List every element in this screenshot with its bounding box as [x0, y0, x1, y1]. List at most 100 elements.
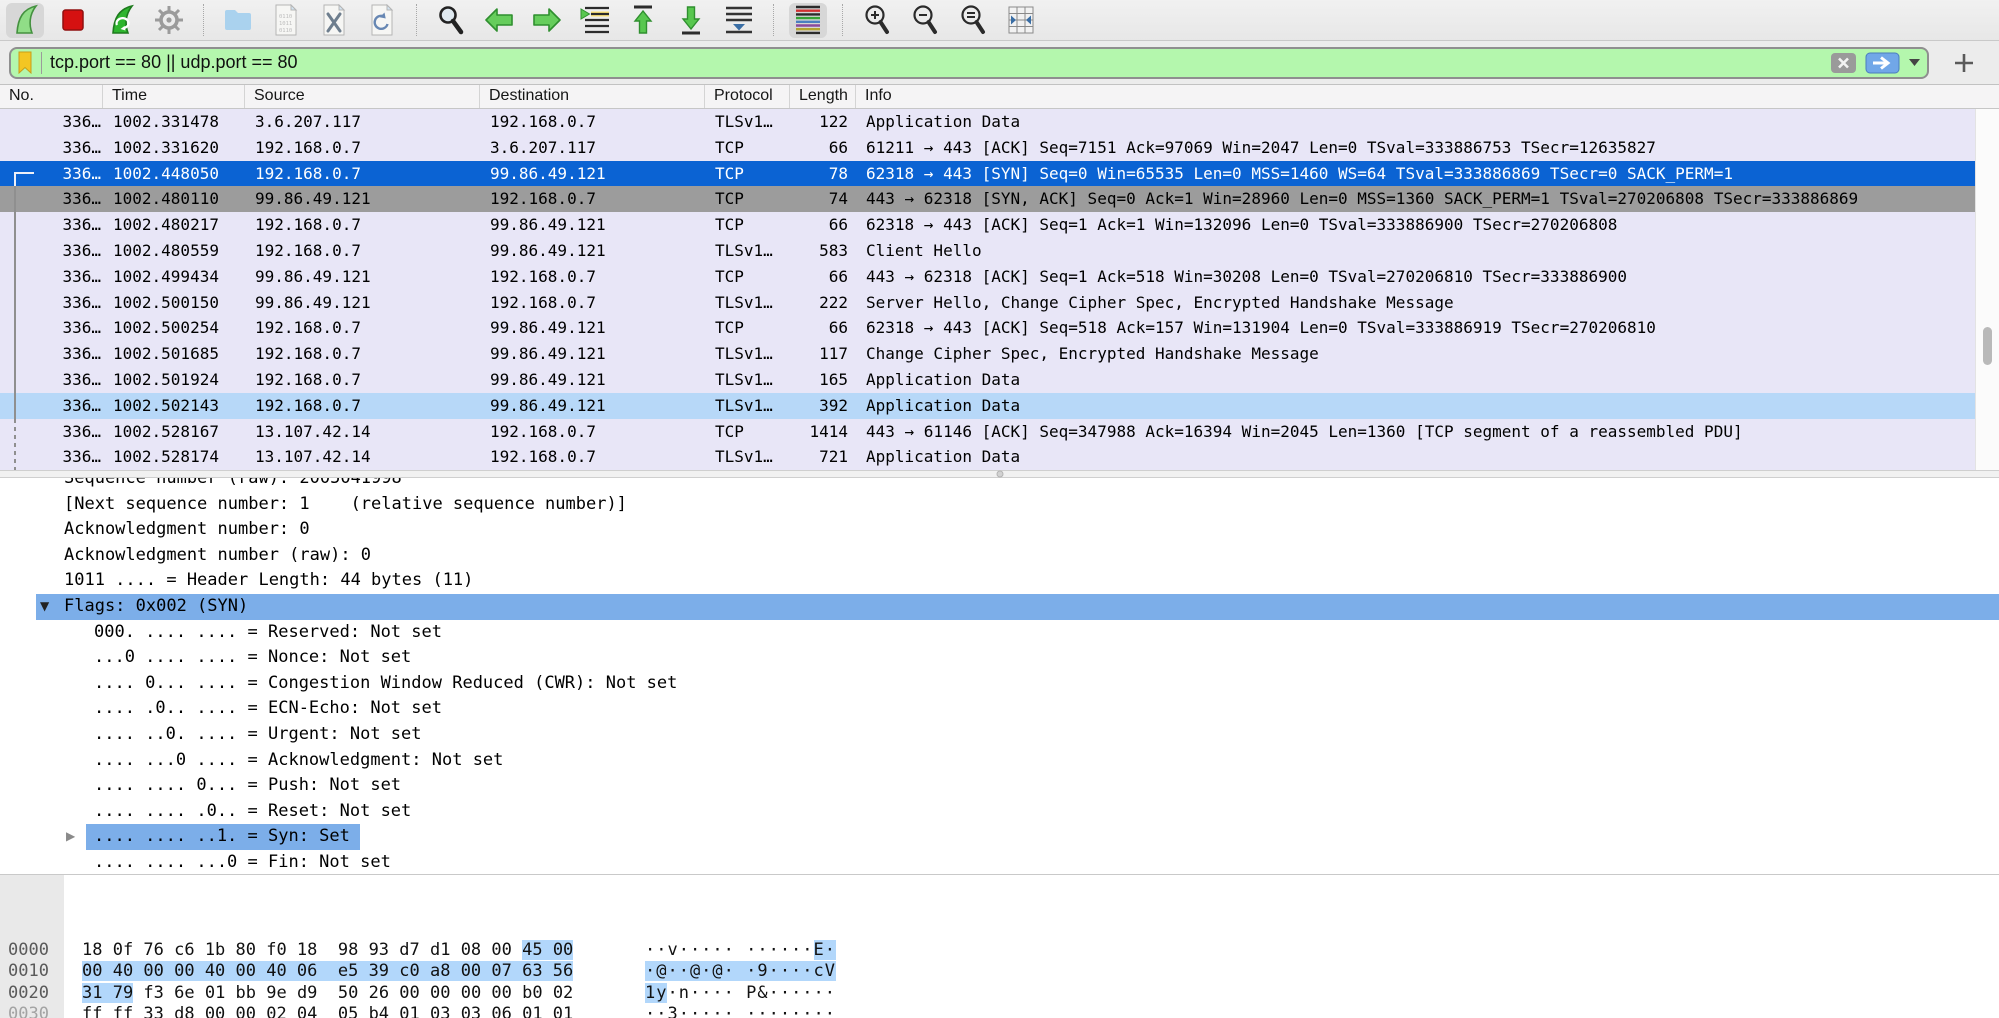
- column-header-protocol[interactable]: Protocol: [705, 85, 790, 108]
- packet-list-scrollbar[interactable]: [1975, 109, 1999, 470]
- detail-row[interactable]: .... ...0 .... = Acknowledgment: Not set: [0, 748, 1999, 774]
- packet-row[interactable]: 336…1002.501685192.168.0.799.86.49.121TL…: [0, 341, 1975, 367]
- apply-filter-icon[interactable]: [1865, 52, 1900, 74]
- resize-columns-icon: [1006, 4, 1036, 36]
- reload-file-button[interactable]: [363, 3, 401, 38]
- filter-field-divider: [41, 52, 42, 74]
- detail-row[interactable]: [Next sequence number: 1 (relative seque…: [0, 492, 1999, 518]
- detail-row[interactable]: ▼Flags: 0x002 (SYN): [0, 594, 1999, 620]
- auto-scroll-button[interactable]: [720, 3, 758, 38]
- hex-row[interactable]: 000018 0f 76 c6 1b 80 f0 18 98 93 d7 d1 …: [0, 940, 1999, 961]
- go-last-button[interactable]: [672, 3, 710, 38]
- packet-row[interactable]: 336…1002.52817413.107.42.14192.168.0.7TL…: [0, 444, 1975, 470]
- packet-cell-destination: 99.86.49.121: [480, 161, 705, 187]
- packet-cell-destination: 99.86.49.121: [480, 367, 705, 393]
- save-file-button[interactable]: 011010110110: [267, 3, 305, 38]
- packet-row[interactable]: 336…1002.448050192.168.0.799.86.49.121TC…: [0, 161, 1975, 187]
- packet-cell-no: 336…: [0, 109, 103, 135]
- packet-cell-source: 192.168.0.7: [245, 367, 480, 393]
- hex-row[interactable]: 001000 40 00 00 40 00 40 06 e5 39 c0 a8 …: [0, 961, 1999, 982]
- svg-text:0110: 0110: [279, 14, 292, 20]
- packet-cell-no: 336…: [0, 341, 103, 367]
- go-first-button[interactable]: [624, 3, 662, 38]
- packet-cell-length: 117: [790, 341, 856, 367]
- filter-history-caret-icon[interactable]: [1908, 58, 1921, 67]
- hex-row[interactable]: 0030ff ff 33 d8 00 00 02 04 05 b4 01 03 …: [0, 1004, 1999, 1018]
- reload-file-icon: [369, 4, 395, 36]
- column-header-info[interactable]: Info: [856, 85, 1999, 108]
- packet-row[interactable]: 336…1002.3314783.6.207.117192.168.0.7TLS…: [0, 109, 1975, 135]
- detail-row[interactable]: Acknowledgment number (raw): 0: [0, 543, 1999, 569]
- go-forward-button[interactable]: [528, 3, 566, 38]
- packet-cell-info: Application Data: [856, 367, 1975, 393]
- detail-row[interactable]: ...0 .... .... = Nonce: Not set: [0, 645, 1999, 671]
- packet-cell-destination: 192.168.0.7: [480, 186, 705, 212]
- detail-row[interactable]: ▶.... .... ..1. = Syn: Set: [0, 824, 1999, 850]
- filter-text[interactable]: tcp.port == 80 || udp.port == 80: [50, 52, 1822, 73]
- packet-row[interactable]: 336…1002.502143192.168.0.799.86.49.121TL…: [0, 393, 1975, 419]
- packet-row[interactable]: 336…1002.480217192.168.0.799.86.49.121TC…: [0, 212, 1975, 238]
- zoom-in-button[interactable]: [858, 3, 896, 38]
- packet-row[interactable]: 336…1002.331620192.168.0.73.6.207.117TCP…: [0, 135, 1975, 161]
- detail-row[interactable]: .... 0... .... = Congestion Window Reduc…: [0, 671, 1999, 697]
- detail-text: Sequence number (raw): 2005041998: [64, 478, 402, 492]
- column-header-source[interactable]: Source: [245, 85, 480, 108]
- packet-cell-info: Change Cipher Spec, Encrypted Handshake …: [856, 341, 1975, 367]
- detail-row[interactable]: 000. .... .... = Reserved: Not set: [0, 620, 1999, 646]
- wireshark-window: 011010110110 tcp.port == 80 || udp.port …: [0, 0, 1999, 1018]
- colorize-button[interactable]: [789, 3, 827, 38]
- toolbar-separator: [203, 4, 204, 36]
- open-file-button[interactable]: [219, 3, 257, 38]
- packet-row[interactable]: 336…1002.50015099.86.49.121192.168.0.7TL…: [0, 290, 1975, 316]
- detail-row[interactable]: .... .... .0.. = Reset: Not set: [0, 799, 1999, 825]
- go-forward-icon: [531, 6, 563, 34]
- restart-capture-button[interactable]: [102, 3, 140, 38]
- collapsed-triangle-icon[interactable]: ▶: [66, 824, 75, 850]
- packet-cell-no: 336…: [0, 161, 103, 187]
- packet-row[interactable]: 336…1002.500254192.168.0.799.86.49.121TC…: [0, 315, 1975, 341]
- packet-row[interactable]: 336…1002.480559192.168.0.799.86.49.121TL…: [0, 238, 1975, 264]
- packet-cell-no: 336…: [0, 315, 103, 341]
- resize-columns-button[interactable]: [1002, 3, 1040, 38]
- stop-capture-button[interactable]: [54, 3, 92, 38]
- svg-text:0110: 0110: [279, 28, 292, 34]
- start-capture-button[interactable]: [6, 3, 44, 38]
- detail-row[interactable]: .... .0.. .... = ECN-Echo: Not set: [0, 696, 1999, 722]
- detail-row[interactable]: .... .... ...0 = Fin: Not set: [0, 850, 1999, 874]
- add-filter-button-icon[interactable]: [1952, 51, 1976, 75]
- go-back-button[interactable]: [480, 3, 518, 38]
- packet-row[interactable]: 336…1002.49943499.86.49.121192.168.0.7TC…: [0, 264, 1975, 290]
- toolbar-separator: [842, 4, 843, 36]
- clear-filter-icon[interactable]: [1830, 52, 1857, 74]
- splitter-handle-icon[interactable]: [996, 471, 1003, 478]
- column-header-no[interactable]: No.: [0, 85, 103, 108]
- bookmark-icon[interactable]: [17, 51, 33, 74]
- packet-cell-source: 13.107.42.14: [245, 419, 480, 445]
- zoom-out-icon: [911, 4, 939, 36]
- packet-cell-no: 336…: [0, 393, 103, 419]
- go-to-packet-button[interactable]: [576, 3, 614, 38]
- column-header-destination[interactable]: Destination: [480, 85, 705, 108]
- display-filter-input[interactable]: tcp.port == 80 || udp.port == 80: [9, 47, 1929, 79]
- packet-row[interactable]: 336…1002.48011099.86.49.121192.168.0.7TC…: [0, 186, 1975, 212]
- find-packet-button[interactable]: [432, 3, 470, 38]
- capture-options-button[interactable]: [150, 3, 188, 38]
- column-header-length[interactable]: Length: [790, 85, 856, 108]
- detail-row[interactable]: .... .... 0... = Push: Not set: [0, 773, 1999, 799]
- zoom-reset-button[interactable]: [954, 3, 992, 38]
- packet-cell-length: 721: [790, 444, 856, 470]
- scrollbar-thumb[interactable]: [1983, 327, 1992, 365]
- detail-row[interactable]: .... ..0. .... = Urgent: Not set: [0, 722, 1999, 748]
- hex-row[interactable]: 002031 79 f3 6e 01 bb 9e d9 50 26 00 00 …: [0, 983, 1999, 1004]
- pane-splitter[interactable]: [0, 470, 1999, 478]
- close-file-button[interactable]: [315, 3, 353, 38]
- detail-row[interactable]: 1011 .... = Header Length: 44 bytes (11): [0, 568, 1999, 594]
- detail-row[interactable]: Acknowledgment number: 0: [0, 517, 1999, 543]
- packet-row[interactable]: 336…1002.52816713.107.42.14192.168.0.7TC…: [0, 419, 1975, 445]
- detail-row[interactable]: Sequence number (raw): 2005041998: [0, 478, 1999, 492]
- expanded-triangle-icon[interactable]: ▼: [40, 594, 49, 620]
- packet-cell-time: 1002.502143: [103, 393, 245, 419]
- column-header-time[interactable]: Time: [103, 85, 245, 108]
- packet-row[interactable]: 336…1002.501924192.168.0.799.86.49.121TL…: [0, 367, 1975, 393]
- zoom-out-button[interactable]: [906, 3, 944, 38]
